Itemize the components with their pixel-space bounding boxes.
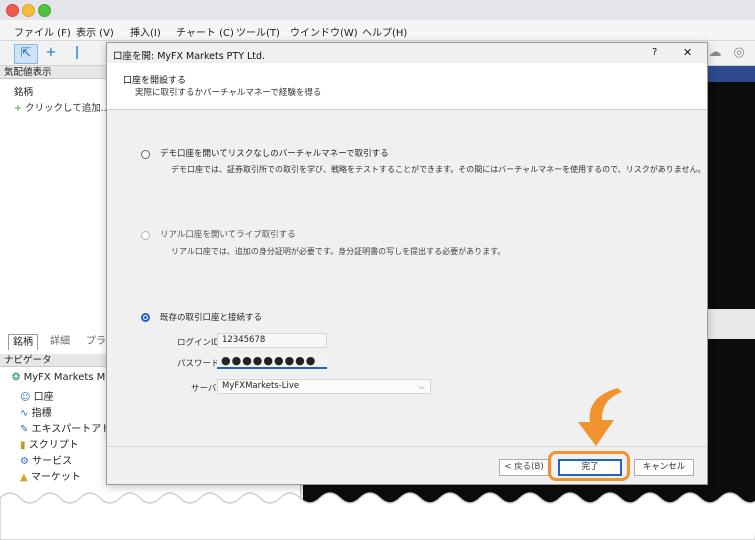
crosshair-icon[interactable]: + xyxy=(40,44,62,62)
nav-indicators[interactable]: ∿ 指標 xyxy=(20,404,52,419)
dialog-title: 口座を開: MyFX Markets PTY Ltd. xyxy=(113,51,266,62)
nav-market[interactable]: ▲ マーケット xyxy=(20,468,81,483)
menu-tools[interactable]: ツール(T) xyxy=(236,24,280,39)
nav-accounts[interactable]: ☺ 口座 xyxy=(20,388,54,403)
nav-broker-label: MyFX Markets M xyxy=(23,372,106,383)
login-field[interactable]: 12345678 xyxy=(217,333,327,348)
nav-experts-label: エキスパートアド xyxy=(31,424,112,435)
app-window: ファイル (F) 表示 (V) 挿入(I) チャート (C) ツール(T) ウイ… xyxy=(0,0,755,510)
password-label: パスワード: xyxy=(177,359,223,369)
existing-account-radio[interactable] xyxy=(141,313,150,322)
menu-help[interactable]: ヘルプ(H) xyxy=(362,24,407,39)
dialog-header: 口座を開設する 実際に取引するかバーチャルマネーで経験を得る xyxy=(107,63,707,110)
symbol-column-header: 銘柄 xyxy=(14,87,34,98)
vertical-line-icon[interactable]: ǀ xyxy=(66,44,88,62)
pointer-arrow-icon xyxy=(578,388,622,446)
tab-symbols[interactable]: 銘柄 xyxy=(8,334,38,350)
menu-chart[interactable]: チャート (C) xyxy=(176,24,234,39)
nav-services[interactable]: ⚙ サービス xyxy=(20,452,72,467)
cancel-button[interactable]: キャンセル xyxy=(634,459,694,476)
market-icon: ▲ xyxy=(20,472,28,483)
demo-account-desc: デモ口座では、証券取引所での取引を学び、戦略をテストすることができます。その間に… xyxy=(171,165,706,174)
close-window-button[interactable] xyxy=(6,4,19,17)
nav-experts[interactable]: ✎ エキスパートアド xyxy=(20,420,111,435)
minimize-window-button[interactable] xyxy=(22,4,35,17)
menu-window[interactable]: ウインドウ(W) xyxy=(290,24,358,39)
globe-icon: ❂ xyxy=(12,372,21,383)
settings-icon[interactable]: ◎ xyxy=(728,44,750,62)
nav-scripts[interactable]: ▮ スクリプト xyxy=(20,436,79,451)
server-label: サーバ: xyxy=(191,384,220,394)
demo-account-label[interactable]: デモ口座を開いてリスクなしのバーチャルマネーで取引する xyxy=(160,147,389,159)
password-field[interactable]: ●●●●●●●●● xyxy=(217,354,327,369)
real-account-radio[interactable] xyxy=(141,231,150,240)
finish-highlight-ring xyxy=(548,451,630,481)
nav-indicators-label: 指標 xyxy=(31,408,52,419)
server-value: MyFXMarkets-Live xyxy=(222,381,300,391)
expert-icon: ✎ xyxy=(20,424,29,435)
nav-accounts-label: 口座 xyxy=(33,392,54,403)
account-icon: ☺ xyxy=(20,392,31,403)
back-button[interactable]: < 戻る(B) xyxy=(499,459,549,476)
add-symbol-label: クリックして追加... xyxy=(25,103,110,114)
menu-insert[interactable]: 挿入(I) xyxy=(130,24,161,39)
service-icon: ⚙ xyxy=(20,456,29,467)
torn-edge-decoration xyxy=(0,492,755,540)
tab-details[interactable]: 詳細 xyxy=(46,334,74,349)
menu-file[interactable]: ファイル (F) xyxy=(14,24,71,39)
real-account-desc: リアル口座では、追加の身分証明が必要です。身分証明書の写しを提出する必要がありま… xyxy=(171,247,506,256)
maximize-window-button[interactable] xyxy=(38,4,51,17)
indicator-icon: ∿ xyxy=(20,408,29,419)
existing-account-label[interactable]: 既存の取引口座と接続する xyxy=(160,311,262,323)
add-symbol-row[interactable]: + クリックして追加... xyxy=(14,100,110,114)
demo-account-radio[interactable] xyxy=(141,150,150,159)
close-icon[interactable]: ✕ xyxy=(683,46,692,59)
nav-broker[interactable]: ❂ MyFX Markets M xyxy=(12,372,105,383)
cursor-icon[interactable]: ⇱ xyxy=(14,44,38,64)
server-select[interactable]: MyFXMarkets-Live ⌵ xyxy=(217,379,431,394)
chevron-down-icon: ⌵ xyxy=(418,382,425,391)
real-account-label[interactable]: リアル口座を開いてライブ取引する xyxy=(160,228,296,240)
dialog-subheading: 実際に取引するかバーチャルマネーで経験を得る xyxy=(135,88,322,98)
script-icon: ▮ xyxy=(20,440,26,451)
nav-market-label: マーケット xyxy=(30,472,81,483)
window-titlebar xyxy=(0,0,755,20)
dialog-titlebar: 口座を開: MyFX Markets PTY Ltd. ? ✕ xyxy=(107,43,707,63)
dialog-heading: 口座を開設する xyxy=(123,76,187,86)
help-icon[interactable]: ? xyxy=(652,47,657,58)
menu-bar: ファイル (F) 表示 (V) 挿入(I) チャート (C) ツール(T) ウイ… xyxy=(0,20,755,41)
nav-services-label: サービス xyxy=(32,456,73,467)
plus-icon: + xyxy=(14,103,22,114)
nav-scripts-label: スクリプト xyxy=(28,440,79,451)
menu-view[interactable]: 表示 (V) xyxy=(76,24,114,39)
